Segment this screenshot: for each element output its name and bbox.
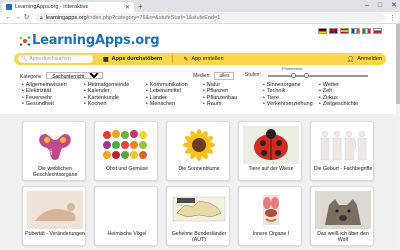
category-link[interactable]: Pflanzenbau	[203, 95, 238, 101]
search-icon: 🔍︎	[21, 56, 28, 62]
minimize-button[interactable]: –	[365, 1, 369, 11]
fruit-image	[99, 126, 155, 164]
media-select[interactable]: alles	[214, 72, 235, 80]
app-card[interactable]: Die Geburt - Fachbegriffe	[310, 121, 374, 181]
site-logo[interactable]: LearningApps.org	[32, 33, 160, 48]
tab-title: LearningApps.org - interaktive	[15, 4, 89, 10]
back-icon[interactable]: ←	[4, 13, 13, 23]
app-card-title: Obst und Gemüse	[105, 166, 149, 172]
app-card[interactable]: § Die weiblichen Geschlechtsorgane	[22, 121, 86, 181]
logo-icon	[19, 36, 31, 46]
favicon-icon	[6, 4, 12, 10]
category-column: AllgemeinwissenElektrizitätFeuerwehrGesu…	[22, 82, 67, 107]
flag-fr-icon[interactable]	[351, 28, 360, 34]
flag-it-icon[interactable]	[362, 28, 371, 34]
flag-gb-icon[interactable]	[329, 28, 338, 34]
browser-menu-icon[interactable]: ⋮	[389, 14, 396, 22]
main-nav: 🔍︎ Apps durchsuchen ▦ Apps durchstöbern …	[14, 53, 386, 65]
app-card[interactable]: Geheime Bundesländer (AUT)	[166, 186, 230, 246]
search-placeholder: Apps durchsuchen	[29, 56, 71, 62]
category-link[interactable]: Menschen	[146, 101, 188, 107]
levels-label: Stufen:	[245, 72, 261, 78]
scrollbar-thumb[interactable]	[396, 24, 400, 104]
maximize-button[interactable]: □	[378, 1, 382, 11]
flag-de-icon[interactable]	[318, 28, 327, 34]
category-link[interactable]: Gesundheit	[22, 101, 67, 107]
category-link[interactable]: Kochen	[84, 101, 129, 107]
grid-icon: ▦	[103, 56, 109, 63]
app-card-title: Innere Organe I	[252, 231, 290, 237]
category-column: NaturPflanzenPflanzenbauRaum	[203, 82, 238, 107]
category-column: SinnesorganeTechnikTiereVerkehrserziehun…	[263, 82, 313, 107]
body-image	[27, 191, 83, 229]
browser-tab[interactable]: LearningApps.org - interaktive ✕	[2, 2, 134, 12]
app-card-title: Die weiblichen Geschlechtsorgane	[32, 166, 78, 178]
app-card-title: Das weiß ich über den Wolf	[317, 231, 369, 243]
app-card[interactable]: Heimische Vögel	[94, 186, 158, 246]
create-app-link[interactable]: ✎ App erstellen	[183, 56, 223, 63]
url-path: /index.php?category=76&s=&stufeStart=1&s…	[86, 14, 221, 21]
category-label: Kategorie:	[20, 74, 43, 80]
close-window-button[interactable]: ✕	[391, 1, 397, 11]
level-value-label: Primarstufe	[282, 66, 303, 71]
ladybug-image	[243, 126, 299, 164]
login-label: Anmelden	[357, 56, 382, 62]
browse-apps-link[interactable]: ▦ Apps durchstöbern	[103, 56, 162, 63]
forward-icon[interactable]: →	[13, 13, 22, 23]
app-card-title: Pubertät - Veränderungen	[25, 231, 85, 237]
login-link[interactable]: 👤︎ Anmelden	[347, 56, 382, 63]
lock-icon: 🔒︎	[40, 14, 43, 21]
category-select[interactable]: Sachunterricht	[46, 72, 104, 79]
media-filter: Medien: alles	[193, 72, 235, 80]
url-field[interactable]: 🔒︎ learningapps.org/index.php?category=7…	[35, 13, 385, 22]
slider-thumb-end[interactable]	[303, 73, 309, 78]
flag-ru-icon[interactable]	[373, 28, 382, 34]
browse-apps-label: Apps durchstöbern	[111, 56, 163, 62]
app-card[interactable]: Obst und Gemüse	[94, 121, 158, 181]
app-card-title: Heimische Vögel	[107, 231, 147, 237]
app-card[interactable]: Tiere auf der Wiese	[238, 121, 302, 181]
media-label: Medien:	[193, 73, 211, 79]
app-card[interactable]: Die Sonnenblume	[166, 121, 230, 181]
category-column: KommunikationLebensmittelLänderMenschen	[146, 82, 188, 107]
pregnancy-image	[315, 126, 371, 164]
url-host: learningapps.org	[45, 14, 87, 21]
bird-image	[99, 191, 155, 229]
app-card-title: Die Sonnenblume	[178, 166, 220, 172]
flag-es-icon[interactable]	[340, 28, 349, 34]
category-link[interactable]: Zeitgeschichte	[319, 101, 358, 107]
slider-thumb-start[interactable]	[290, 73, 296, 78]
category-column: HeimatgemeindeKalenderKartenkundeKochen	[84, 82, 130, 107]
user-icon: 👤︎	[346, 56, 355, 63]
pencil-icon: ✎	[183, 56, 189, 63]
organs-image	[243, 191, 299, 229]
create-app-label: App erstellen	[191, 56, 224, 62]
sunflower-image	[171, 126, 227, 164]
level-slider[interactable]	[268, 73, 368, 78]
app-card[interactable]: Pubertät - Veränderungen	[22, 186, 86, 246]
app-card-title: Geheime Bundesländer (AUT)	[171, 231, 227, 243]
nav-divider	[172, 55, 174, 63]
language-flags	[318, 28, 382, 34]
browser-tab-bar: LearningApps.org - interaktive ✕ + – □ ✕	[0, 0, 400, 12]
app-card-title: Die Geburt - Fachbegriffe	[313, 166, 373, 172]
anatomy-image: §	[27, 126, 83, 164]
filter-row: Kategorie: Sachunterricht Medien: alles …	[20, 66, 380, 80]
reload-icon[interactable]: ↻	[22, 13, 31, 23]
app-card[interactable]: Das weiß ich über den Wolf	[310, 186, 374, 246]
close-tab-icon[interactable]: ✕	[125, 4, 130, 11]
category-column: WetterZeitZirkusZeitgeschichte	[319, 82, 358, 107]
address-bar: ← → ↻ 🔒︎ learningapps.org/index.php?cate…	[0, 12, 400, 24]
app-card[interactable]: Innere Organe I	[238, 186, 302, 246]
category-link[interactable]: Verkehrserziehung	[263, 101, 313, 107]
category-filter: Kategorie: Sachunterricht	[20, 72, 104, 80]
map-image	[171, 191, 227, 229]
new-tab-button[interactable]: +	[138, 2, 143, 11]
search-input[interactable]: 🔍︎ Apps durchsuchen	[18, 55, 93, 63]
svg-text:§: §	[49, 150, 52, 156]
category-link[interactable]: Raum	[203, 101, 237, 107]
wolf-image	[315, 191, 371, 229]
app-card-title: Tiere auf der Wiese	[248, 166, 294, 172]
window-controls: – □ ✕	[365, 1, 397, 11]
